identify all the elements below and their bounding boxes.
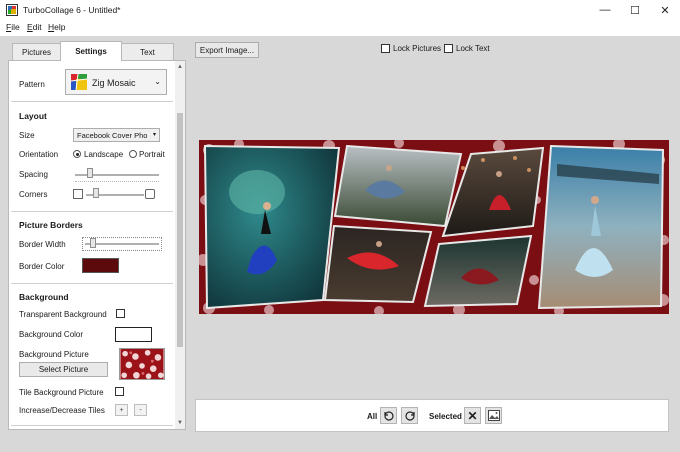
export-image-button[interactable]: Export Image... bbox=[195, 42, 259, 58]
border-width-slider-track bbox=[85, 243, 159, 245]
image-icon bbox=[487, 410, 500, 421]
tab-pictures[interactable]: Pictures bbox=[12, 43, 61, 60]
scroll-thumb[interactable] bbox=[177, 113, 183, 347]
close-button[interactable]: ✕ bbox=[650, 0, 680, 20]
collage-canvas[interactable] bbox=[199, 140, 669, 314]
lock-pictures-checkbox[interactable] bbox=[381, 44, 390, 53]
tile-background-label: Tile Background Picture bbox=[19, 388, 104, 397]
background-picture-thumbnail[interactable] bbox=[119, 348, 165, 380]
divider bbox=[11, 425, 173, 426]
background-heading: Background bbox=[19, 292, 69, 302]
corners-label: Corners bbox=[19, 190, 48, 199]
increase-tiles-button[interactable]: + bbox=[115, 404, 128, 416]
lock-pictures-label: Lock Pictures bbox=[393, 44, 442, 53]
divider bbox=[11, 101, 173, 102]
border-color-swatch[interactable] bbox=[82, 258, 119, 273]
collage-photo-3[interactable] bbox=[323, 224, 433, 304]
menu-file-label: ile bbox=[11, 22, 20, 32]
background-picture-label: Background Picture bbox=[19, 350, 89, 359]
spacing-slider[interactable] bbox=[87, 168, 93, 178]
orientation-label: Orientation bbox=[19, 150, 59, 159]
collage-photo-2[interactable] bbox=[333, 144, 463, 228]
decrease-tiles-button[interactable]: - bbox=[134, 404, 147, 416]
spacing-label: Spacing bbox=[19, 170, 48, 179]
size-label: Size bbox=[19, 131, 35, 140]
lock-text-label: Lock Text bbox=[456, 44, 490, 53]
minimize-button[interactable]: — bbox=[590, 0, 620, 20]
divider bbox=[11, 211, 173, 212]
lock-pictures-toggle[interactable]: Lock Pictures bbox=[381, 44, 441, 53]
tile-background-checkbox[interactable] bbox=[115, 387, 124, 396]
size-dropdown[interactable]: Facebook Cover Pho ▾ bbox=[73, 128, 160, 142]
menu-file[interactable]: File bbox=[6, 22, 20, 32]
menu-edit-label: dit bbox=[32, 22, 42, 32]
border-width-slider[interactable] bbox=[90, 238, 96, 248]
lock-text-checkbox[interactable] bbox=[444, 44, 453, 53]
landscape-label: Landscape bbox=[84, 150, 124, 159]
title-bar: TurboCollage 6 - Untitled* — ☐ ✕ bbox=[0, 0, 680, 20]
scroll-down-icon[interactable]: ▼ bbox=[175, 418, 185, 428]
menu-edit[interactable]: Edit bbox=[27, 22, 42, 32]
square-corner-icon bbox=[73, 189, 83, 199]
menu-bar: File Edit Help bbox=[0, 20, 680, 35]
border-color-label: Border Color bbox=[19, 262, 65, 271]
selected-label: Selected bbox=[429, 412, 462, 421]
size-value: Facebook Cover Pho bbox=[77, 131, 148, 140]
app-icon bbox=[6, 4, 18, 16]
window-title: TurboCollage 6 - Untitled* bbox=[23, 5, 121, 15]
delete-icon: ✕ bbox=[467, 408, 478, 423]
transparent-background-label: Transparent Background bbox=[19, 310, 107, 319]
maximize-button[interactable]: ☐ bbox=[620, 0, 650, 20]
collage-photo-5[interactable] bbox=[423, 234, 533, 308]
rotate-left-icon bbox=[383, 410, 394, 421]
chevron-down-icon: ▾ bbox=[152, 132, 156, 138]
collage-photo-6[interactable] bbox=[537, 144, 665, 310]
close-icon: ✕ bbox=[660, 4, 670, 17]
all-label: All bbox=[367, 412, 378, 421]
portrait-radio[interactable] bbox=[129, 150, 137, 158]
tab-settings[interactable]: Settings bbox=[60, 41, 122, 61]
rotate-left-all-button[interactable] bbox=[380, 407, 397, 424]
portrait-label: Portrait bbox=[139, 150, 165, 159]
panel-scrollbar[interactable]: ▲ ▼ bbox=[175, 61, 185, 429]
pattern-dropdown[interactable]: Zig Mosaic ⌄ bbox=[65, 69, 167, 95]
pattern-label: Pattern bbox=[19, 80, 45, 89]
rotate-right-all-button[interactable] bbox=[401, 407, 418, 424]
rounded-corner-icon bbox=[145, 189, 155, 199]
spacing-ticks bbox=[75, 181, 159, 183]
picture-borders-heading: Picture Borders bbox=[19, 220, 83, 230]
settings-panel: Pattern Zig Mosaic ⌄ Layout Size Faceboo… bbox=[8, 60, 186, 430]
pattern-icon bbox=[71, 74, 87, 90]
select-picture-button[interactable]: Select Picture bbox=[19, 362, 108, 377]
scroll-up-icon[interactable]: ▲ bbox=[175, 62, 185, 72]
background-color-swatch[interactable] bbox=[115, 327, 152, 342]
corners-slider[interactable] bbox=[93, 188, 99, 198]
maximize-icon: ☐ bbox=[630, 4, 640, 17]
landscape-radio[interactable] bbox=[73, 150, 81, 158]
increase-decrease-tiles-label: Increase/Decrease Tiles bbox=[19, 406, 105, 415]
tab-text[interactable]: Text bbox=[121, 43, 174, 60]
chevron-down-icon: ⌄ bbox=[154, 77, 161, 86]
selection-toolbar: All Selected ✕ bbox=[195, 399, 669, 432]
pattern-value: Zig Mosaic bbox=[92, 78, 136, 88]
background-color-label: Background Color bbox=[19, 330, 84, 339]
replace-image-button[interactable] bbox=[485, 407, 502, 424]
divider bbox=[11, 283, 173, 284]
menu-help-label: elp bbox=[54, 22, 66, 32]
layout-heading: Layout bbox=[19, 111, 47, 121]
menu-help[interactable]: Help bbox=[48, 22, 65, 32]
collage-photo-1[interactable] bbox=[203, 144, 341, 310]
delete-selected-button[interactable]: ✕ bbox=[464, 407, 481, 424]
lock-text-toggle[interactable]: Lock Text bbox=[444, 44, 490, 53]
minimize-icon: — bbox=[599, 4, 611, 16]
border-width-label: Border Width bbox=[19, 240, 66, 249]
rotate-right-icon bbox=[404, 410, 415, 421]
transparent-background-checkbox[interactable] bbox=[116, 309, 125, 318]
